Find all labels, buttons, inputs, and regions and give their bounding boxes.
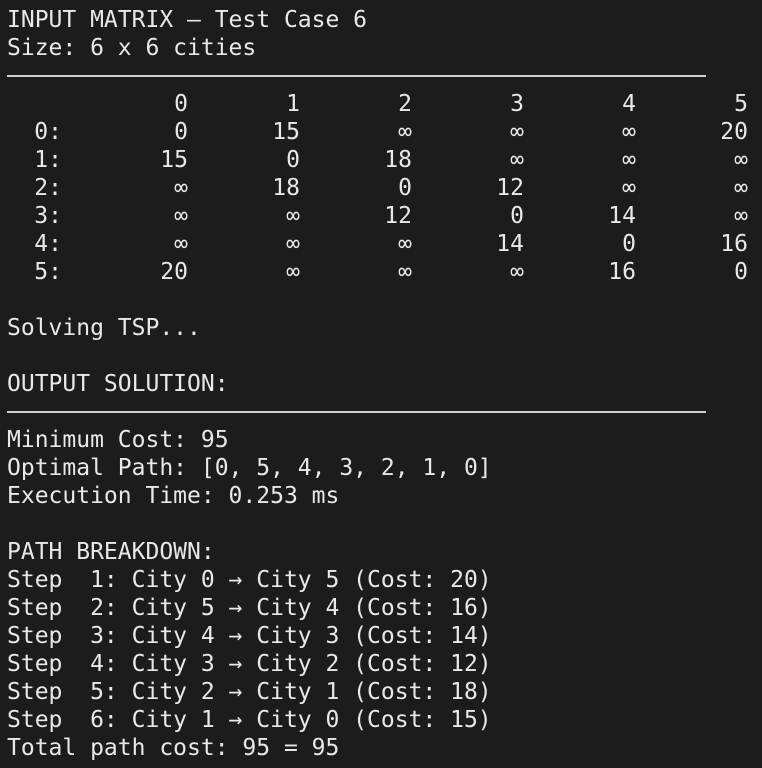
matrix-row-label: 3: xyxy=(34,203,62,229)
matrix-column-header: 5 xyxy=(734,91,748,117)
matrix-cell: 12 xyxy=(384,203,412,229)
matrix-cell: 0 xyxy=(174,119,188,145)
matrix-row-label: 2: xyxy=(34,175,62,201)
path-step: Step 6: City 1 → City 0 (Cost: 15) xyxy=(7,707,492,733)
matrix-cell: 0 xyxy=(286,147,300,173)
minimum-cost: Minimum Cost: 95 xyxy=(7,427,229,453)
matrix-cell: 20 xyxy=(160,259,188,285)
matrix-cell: ∞ xyxy=(510,147,524,173)
matrix-cell: ∞ xyxy=(510,119,524,145)
matrix-row: 0: 0 15 ∞ ∞ ∞ 20 xyxy=(7,118,762,146)
divider-top xyxy=(7,62,762,90)
matrix-cell: 16 xyxy=(720,231,748,257)
matrix-cell: ∞ xyxy=(286,259,300,285)
path-step: Step 4: City 3 → City 2 (Cost: 12) xyxy=(7,651,492,677)
matrix-cell: ∞ xyxy=(174,231,188,257)
terminal-window[interactable]: INPUT MATRIX – Test Case 6 Size: 6 x 6 c… xyxy=(0,0,762,768)
matrix-cell: ∞ xyxy=(398,231,412,257)
matrix-cell: 20 xyxy=(720,119,748,145)
matrix-header-row: 0 1 2 3 4 5 xyxy=(7,90,762,118)
matrix-cell: 18 xyxy=(384,147,412,173)
matrix-cell: ∞ xyxy=(398,119,412,145)
execution-time: Execution Time: 0.253 ms xyxy=(7,483,340,509)
matrix-cell: ∞ xyxy=(734,147,748,173)
optimal-path: Optimal Path: [0, 5, 4, 3, 2, 1, 0] xyxy=(7,455,492,481)
solving-status: Solving TSP... xyxy=(7,315,201,341)
output-heading: OUTPUT SOLUTION: xyxy=(7,371,229,397)
matrix-cell: ∞ xyxy=(622,175,636,201)
matrix-size: Size: 6 x 6 cities xyxy=(7,35,257,61)
matrix-cell: 0 xyxy=(622,231,636,257)
matrix-row-label: 5: xyxy=(34,259,62,285)
matrix-cell: 0 xyxy=(734,259,748,285)
path-step: Step 2: City 5 → City 4 (Cost: 16) xyxy=(7,595,492,621)
matrix-cell: 15 xyxy=(160,147,188,173)
matrix-cell: 16 xyxy=(608,259,636,285)
matrix-column-header: 1 xyxy=(286,91,300,117)
matrix-column-header: 4 xyxy=(622,91,636,117)
matrix-cell: 12 xyxy=(496,175,524,201)
matrix-row: 4: ∞ ∞ ∞ 14 0 16 xyxy=(7,230,762,258)
matrix-row: 1: 15 0 18 ∞ ∞ ∞ xyxy=(7,146,762,174)
matrix-cell: ∞ xyxy=(622,147,636,173)
path-step: Step 3: City 4 → City 3 (Cost: 14) xyxy=(7,623,492,649)
matrix-cell: 14 xyxy=(608,203,636,229)
matrix-row-label: 4: xyxy=(34,231,62,257)
matrix-row: 3: ∞ ∞ 12 0 14 ∞ xyxy=(7,202,762,230)
matrix-cell: ∞ xyxy=(734,175,748,201)
matrix-title: INPUT MATRIX – Test Case 6 xyxy=(7,7,368,33)
matrix-cell: ∞ xyxy=(174,203,188,229)
matrix-row: 5: 20 ∞ ∞ ∞ 16 0 xyxy=(7,258,762,286)
matrix-column-header: 0 xyxy=(174,91,188,117)
path-step: Step 5: City 2 → City 1 (Cost: 18) xyxy=(7,679,492,705)
matrix-row-label: 1: xyxy=(34,147,62,173)
matrix-cell: 14 xyxy=(496,231,524,257)
matrix-column-header: 3 xyxy=(510,91,524,117)
matrix-cell: ∞ xyxy=(622,119,636,145)
matrix-cell: 0 xyxy=(398,175,412,201)
matrix-cell: ∞ xyxy=(174,175,188,201)
matrix-cell: ∞ xyxy=(398,259,412,285)
matrix-cell: ∞ xyxy=(734,203,748,229)
matrix-row: 2: ∞ 18 0 12 ∞ ∞ xyxy=(7,174,762,202)
matrix-cell: ∞ xyxy=(286,231,300,257)
matrix-cell: 15 xyxy=(272,119,300,145)
divider-output xyxy=(7,398,762,426)
matrix-column-header: 2 xyxy=(398,91,412,117)
matrix-cell: ∞ xyxy=(510,259,524,285)
breakdown-heading: PATH BREAKDOWN: xyxy=(7,539,215,565)
matrix-row-label: 0: xyxy=(34,119,62,145)
path-step: Step 1: City 0 → City 5 (Cost: 20) xyxy=(7,567,492,593)
matrix-cell: 0 xyxy=(510,203,524,229)
total-path-cost: Total path cost: 95 = 95 xyxy=(7,735,340,761)
matrix-cell: 18 xyxy=(272,175,300,201)
matrix-cell: ∞ xyxy=(286,203,300,229)
